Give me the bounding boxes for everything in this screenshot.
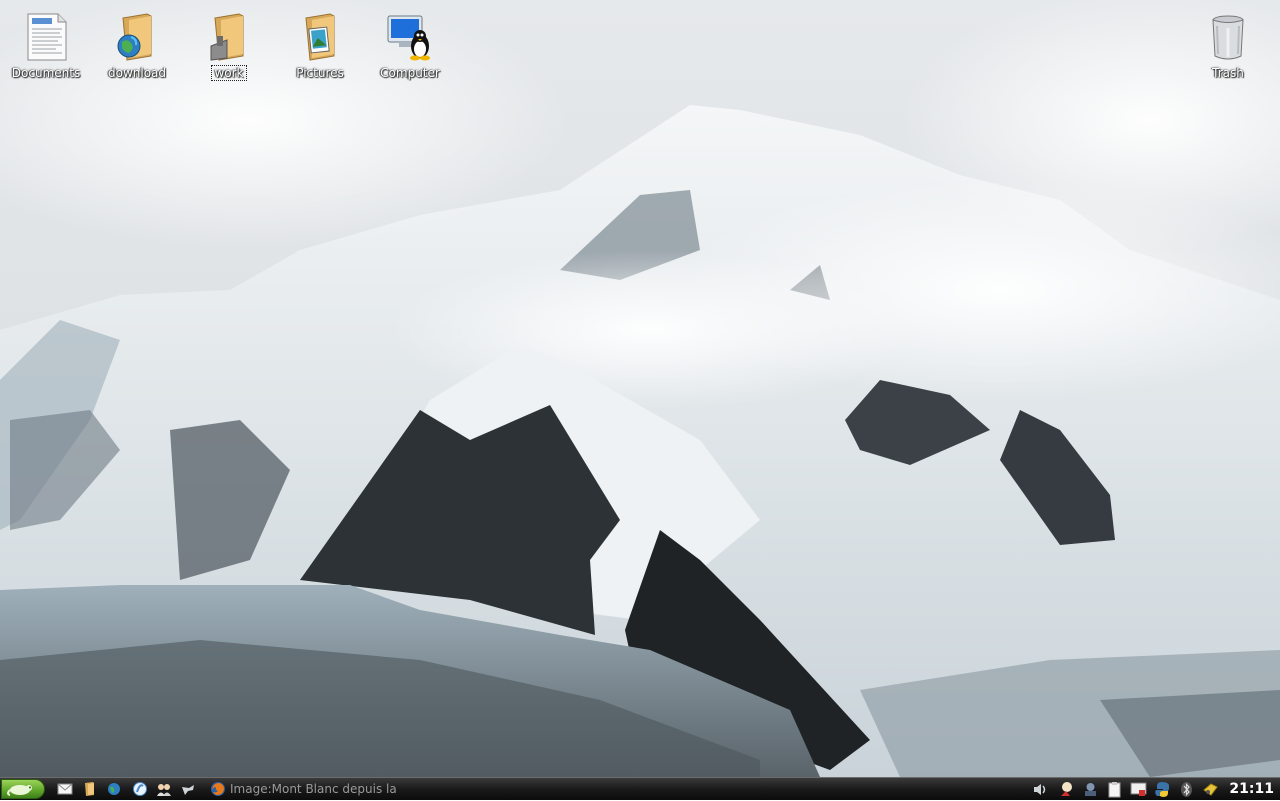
package-icon[interactable] bbox=[1202, 781, 1219, 798]
update-icon[interactable] bbox=[1058, 781, 1075, 798]
people-icon[interactable] bbox=[156, 781, 172, 797]
taskbar-window-title: Image:Mont Blanc depuis la bbox=[230, 782, 397, 796]
desktop-icon-label: Trash bbox=[1212, 66, 1244, 80]
taskbar-clock[interactable]: 21:11 bbox=[1229, 779, 1274, 799]
desktop-icon-label: work bbox=[211, 65, 247, 81]
wallpaper-mont-blanc bbox=[0, 0, 1280, 777]
clipboard-icon[interactable] bbox=[1106, 781, 1123, 798]
globe-browser-icon[interactable] bbox=[106, 781, 122, 797]
desktop-icon-trash[interactable]: Trash bbox=[1186, 12, 1270, 81]
desktop-icon-documents[interactable]: Documents bbox=[4, 12, 88, 81]
mail-icon[interactable] bbox=[57, 781, 73, 797]
start-menu-button[interactable] bbox=[1, 779, 45, 799]
taskbar: Image:Mont Blanc depuis la 21:11 bbox=[0, 777, 1280, 800]
display-icon[interactable] bbox=[1130, 781, 1147, 798]
folder-icon bbox=[210, 13, 244, 61]
desktop-icon-label: Documents bbox=[11, 66, 81, 80]
desktop-icon-label: Computer bbox=[380, 66, 440, 80]
trash-icon bbox=[1212, 15, 1244, 60]
desktop-icon-pictures[interactable]: Pictures bbox=[278, 12, 362, 81]
konqueror-icon[interactable] bbox=[132, 781, 148, 797]
python-icon[interactable] bbox=[1154, 781, 1171, 798]
network-icon[interactable] bbox=[1082, 781, 1099, 798]
folder-pictures-icon bbox=[305, 13, 335, 61]
desktop-icon-label: download bbox=[107, 66, 167, 80]
file-manager-icon[interactable] bbox=[82, 781, 98, 797]
computer-tux-icon bbox=[387, 15, 430, 61]
desktop-icon-computer[interactable]: Computer bbox=[368, 12, 452, 81]
document-icon bbox=[27, 13, 67, 61]
bluetooth-icon[interactable] bbox=[1178, 781, 1195, 798]
chameleon-menu-icon bbox=[7, 785, 32, 796]
tool-icon[interactable] bbox=[180, 781, 196, 797]
desktop-icon-label: Pictures bbox=[296, 66, 344, 80]
desktop-icon-work[interactable]: work bbox=[187, 12, 271, 81]
desktop: Documents download work Pictures Compute… bbox=[0, 0, 1280, 777]
taskbar-window-button[interactable]: Image:Mont Blanc depuis la bbox=[210, 779, 410, 799]
firefox-icon bbox=[211, 782, 225, 796]
volume-icon[interactable] bbox=[1032, 781, 1049, 798]
desktop-icon-download[interactable]: download bbox=[95, 12, 179, 81]
folder-globe-icon bbox=[117, 13, 152, 61]
